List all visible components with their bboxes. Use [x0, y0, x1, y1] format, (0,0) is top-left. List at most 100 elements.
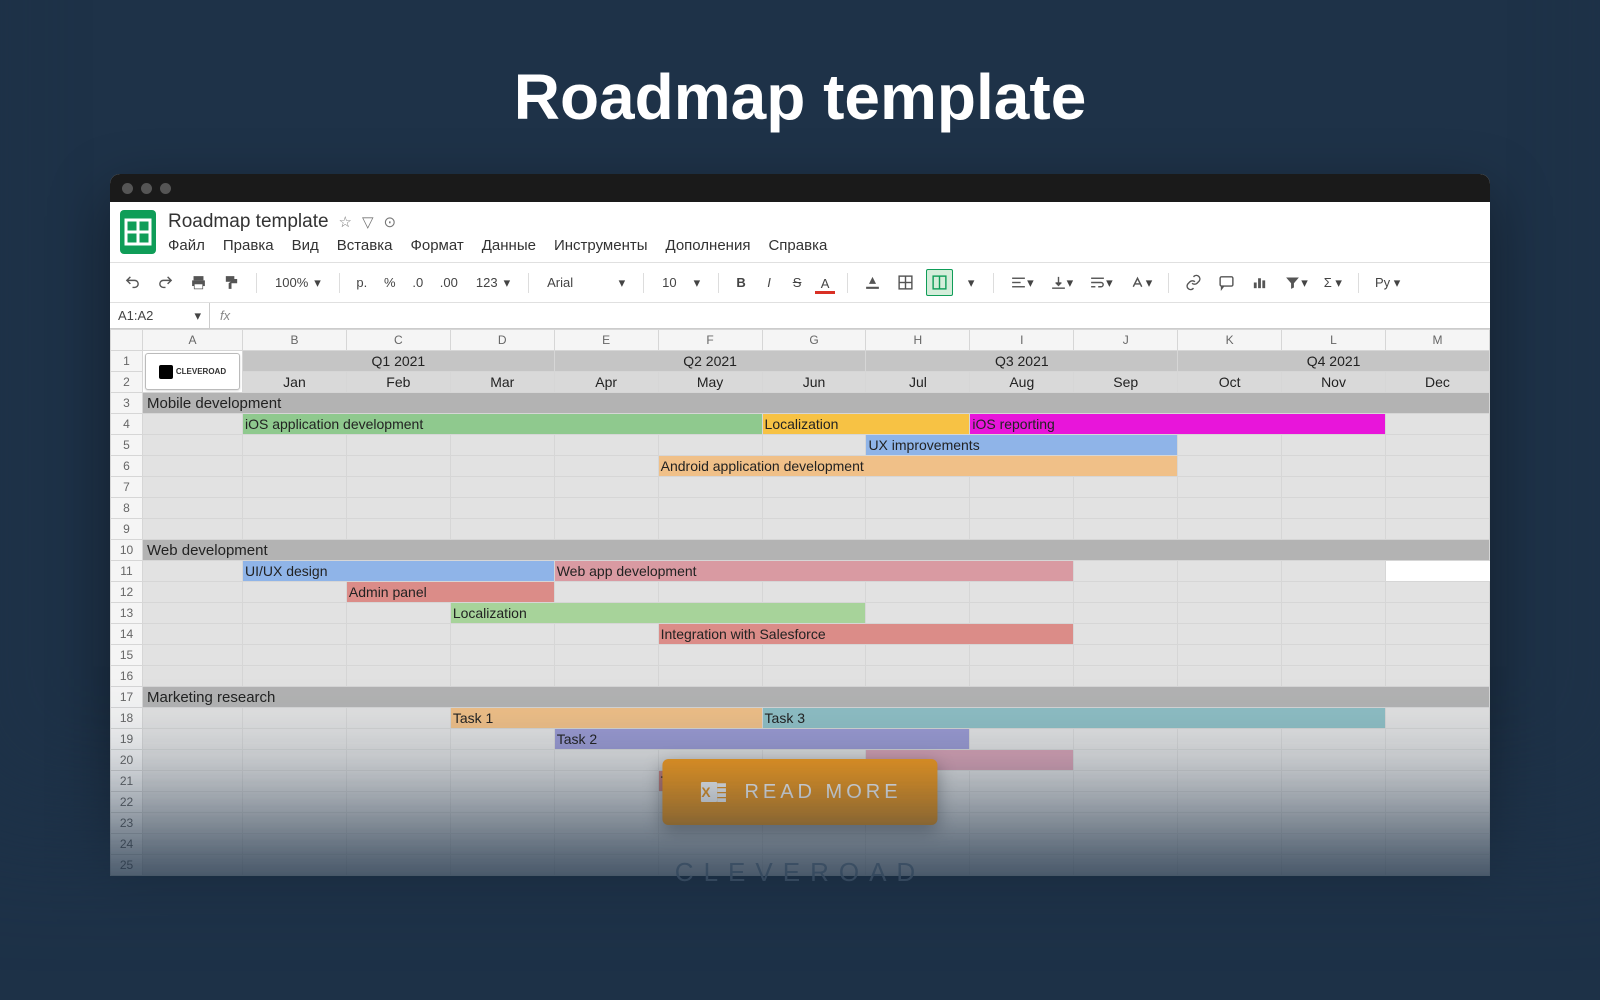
font-size-dropdown[interactable]: 10 ▾: [656, 273, 706, 293]
text-rotation-button[interactable]: ▾: [1125, 270, 1157, 295]
number-format-dropdown[interactable]: 123▾: [470, 273, 516, 293]
gantt-bar[interactable]: Localization: [762, 414, 970, 435]
row-header[interactable]: 5: [111, 435, 143, 456]
row-header[interactable]: 12: [111, 582, 143, 603]
row-header[interactable]: 19: [111, 729, 143, 750]
bold-button[interactable]: B: [731, 271, 751, 294]
gantt-bar[interactable]: Task 2: [554, 729, 970, 750]
borders-button[interactable]: [893, 270, 918, 295]
maximize-icon[interactable]: [160, 183, 171, 194]
row-header[interactable]: 24: [111, 834, 143, 855]
row-header[interactable]: 6: [111, 456, 143, 477]
paint-format-button[interactable]: [219, 270, 244, 295]
month-cell[interactable]: Mar: [450, 372, 554, 393]
row-header[interactable]: 22: [111, 792, 143, 813]
percent-button[interactable]: %: [380, 271, 400, 294]
month-cell[interactable]: Jan: [243, 372, 347, 393]
strikethrough-button[interactable]: S: [787, 271, 807, 294]
row-header[interactable]: 15: [111, 645, 143, 666]
month-cell[interactable]: Jun: [762, 372, 866, 393]
row-header[interactable]: 20: [111, 750, 143, 771]
col-header[interactable]: F: [658, 330, 762, 351]
horizontal-align-button[interactable]: ▾: [1006, 270, 1038, 295]
row-header[interactable]: 11: [111, 561, 143, 582]
col-header[interactable]: H: [866, 330, 970, 351]
row-header[interactable]: 2: [111, 372, 143, 393]
select-all-corner[interactable]: [111, 330, 143, 351]
quarter-cell[interactable]: Q4 2021: [1178, 351, 1490, 372]
gantt-bar[interactable]: iOS reporting: [970, 414, 1386, 435]
col-header[interactable]: J: [1074, 330, 1178, 351]
quarter-cell[interactable]: Q2 2021: [554, 351, 866, 372]
gantt-bar[interactable]: Admin panel: [346, 582, 554, 603]
col-header[interactable]: I: [970, 330, 1074, 351]
month-cell[interactable]: Feb: [346, 372, 450, 393]
name-box[interactable]: A1:A2▾: [110, 303, 210, 328]
row-header[interactable]: 4: [111, 414, 143, 435]
month-cell[interactable]: Nov: [1282, 372, 1386, 393]
redo-button[interactable]: [153, 270, 178, 295]
row-header[interactable]: 8: [111, 498, 143, 519]
filter-button[interactable]: ▾: [1280, 270, 1312, 295]
col-header[interactable]: A: [143, 330, 243, 351]
col-header[interactable]: L: [1282, 330, 1386, 351]
section-header[interactable]: Mobile development: [143, 393, 1490, 414]
currency-button[interactable]: p.: [352, 271, 372, 294]
decrease-decimal-button[interactable]: .0: [408, 271, 428, 294]
menu-addons[interactable]: Дополнения: [666, 237, 751, 254]
gantt-bar[interactable]: Task 3: [762, 708, 1385, 729]
menu-insert[interactable]: Вставка: [337, 237, 393, 254]
font-dropdown[interactable]: Arial ▾: [541, 273, 631, 293]
row-header[interactable]: 1: [111, 351, 143, 372]
undo-button[interactable]: [120, 270, 145, 295]
row-header[interactable]: 16: [111, 666, 143, 687]
zoom-dropdown[interactable]: 100% ▾: [269, 273, 327, 293]
month-cell[interactable]: Aug: [970, 372, 1074, 393]
quarter-cell[interactable]: Q1 2021: [243, 351, 555, 372]
menu-edit[interactable]: Правка: [223, 237, 274, 254]
gantt-bar[interactable]: Integration with Salesforce: [658, 624, 1074, 645]
read-more-button[interactable]: X READ MORE: [662, 759, 937, 825]
gantt-bar[interactable]: UI/UX design: [243, 561, 555, 582]
row-header[interactable]: 10: [111, 540, 143, 561]
cloud-icon[interactable]: ⊙: [384, 213, 397, 231]
row-header[interactable]: 9: [111, 519, 143, 540]
star-icon[interactable]: ☆: [339, 213, 352, 231]
increase-decimal-button[interactable]: .00: [436, 271, 462, 294]
row-header[interactable]: 25: [111, 855, 143, 876]
col-header[interactable]: G: [762, 330, 866, 351]
month-cell[interactable]: Jul: [866, 372, 970, 393]
month-cell[interactable]: May: [658, 372, 762, 393]
merge-dropdown-icon[interactable]: ▾: [961, 271, 981, 295]
gantt-bar[interactable]: Task 1: [450, 708, 762, 729]
comment-button[interactable]: [1214, 270, 1239, 295]
month-cell[interactable]: Dec: [1385, 372, 1489, 393]
col-header[interactable]: M: [1385, 330, 1489, 351]
col-header[interactable]: E: [554, 330, 658, 351]
logo-cell[interactable]: CLEVEROAD: [143, 351, 243, 393]
menu-help[interactable]: Справка: [768, 237, 827, 254]
month-cell[interactable]: Oct: [1178, 372, 1282, 393]
row-header[interactable]: 23: [111, 813, 143, 834]
menu-format[interactable]: Формат: [410, 237, 463, 254]
text-color-button[interactable]: A: [815, 272, 835, 294]
minimize-icon[interactable]: [141, 183, 152, 194]
input-tools-button[interactable]: Ру ▾: [1371, 271, 1404, 295]
move-icon[interactable]: ▽: [362, 213, 374, 231]
col-header[interactable]: B: [243, 330, 347, 351]
link-button[interactable]: [1181, 270, 1206, 295]
row-header[interactable]: 21: [111, 771, 143, 792]
functions-button[interactable]: Σ ▾: [1320, 271, 1346, 295]
month-cell[interactable]: Apr: [554, 372, 658, 393]
row-header[interactable]: 3: [111, 393, 143, 414]
row-header[interactable]: 13: [111, 603, 143, 624]
row-header[interactable]: 17: [111, 687, 143, 708]
chart-button[interactable]: [1247, 270, 1272, 295]
gantt-bar[interactable]: Localization: [450, 603, 866, 624]
row-header[interactable]: 14: [111, 624, 143, 645]
menu-tools[interactable]: Инструменты: [554, 237, 648, 254]
document-name[interactable]: Roadmap template: [168, 211, 329, 233]
italic-button[interactable]: I: [759, 271, 779, 294]
print-button[interactable]: [186, 270, 211, 295]
quarter-cell[interactable]: Q3 2021: [866, 351, 1178, 372]
